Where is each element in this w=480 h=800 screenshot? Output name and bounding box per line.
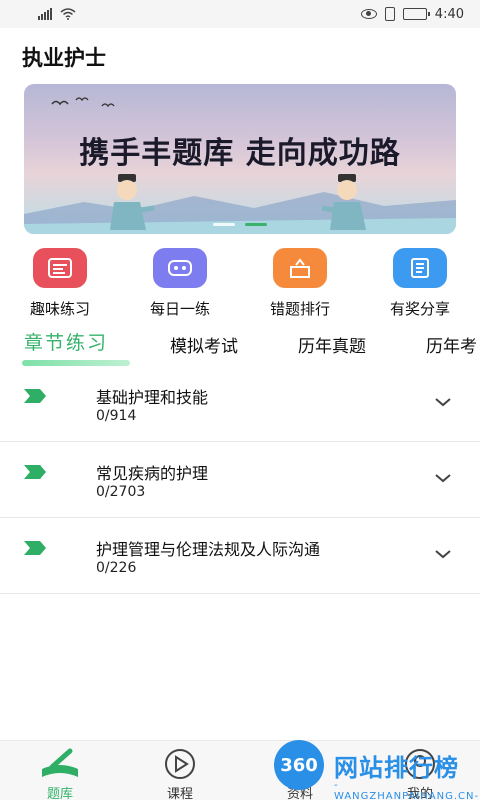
daily-practice-icon (153, 248, 207, 288)
list-item[interactable]: 常见疾病的护理 0/2703 (0, 442, 480, 518)
tab-past-exam-partial[interactable]: 历年考 (426, 332, 477, 357)
quick-item-fun-practice[interactable]: 趣味练习 (0, 248, 120, 319)
play-icon (165, 749, 195, 779)
quick-item-label: 有奖分享 (389, 300, 450, 318)
chapter-title: 常见疾病的护理 (96, 464, 209, 483)
watermark: 360 网站排行榜 -WANGZHANPAIHANG.CN- (268, 740, 480, 800)
wrong-ranking-icon (273, 248, 327, 288)
chapter-flag-icon (24, 389, 46, 403)
chevron-down-icon[interactable] (434, 548, 452, 560)
nav-label: 课程 (166, 787, 193, 800)
tab-chapter-practice[interactable]: 章节练习 (24, 328, 108, 355)
chapter-flag-icon (24, 465, 46, 479)
share-reward-icon (393, 248, 447, 288)
chapter-flag-icon (24, 541, 46, 555)
vibrate-icon (384, 7, 395, 21)
watermark-badge: 360 (274, 740, 324, 790)
tab-past-papers[interactable]: 历年真题 (298, 332, 366, 357)
watermark-title: 网站排行榜 (334, 754, 459, 782)
chevron-down-icon[interactable] (434, 396, 452, 408)
birds-icon (51, 97, 115, 108)
watermark-subtitle: -WANGZHANPAIHANG.CN- (334, 780, 480, 800)
cell-signal-icon (38, 8, 52, 20)
page-title: 执业护士 (22, 46, 106, 70)
nav-question-bank[interactable]: 题库 (20, 747, 100, 800)
quick-item-label: 每日一练 (149, 300, 210, 318)
quick-item-label: 错题排行 (269, 300, 330, 318)
chapter-progress: 0/914 (96, 408, 137, 424)
tab-mock-exam[interactable]: 模拟考试 (170, 332, 238, 357)
wifi-icon (60, 8, 76, 20)
banner-slogan: 携手丰题库 走向成功路 (79, 136, 401, 171)
quick-item-daily-practice[interactable]: 每日一练 (120, 248, 240, 319)
list-item[interactable]: 护理管理与伦理法规及人际沟通 0/226 (0, 518, 480, 594)
banner-pager (24, 223, 456, 226)
book-icon (42, 748, 78, 777)
chapter-tabs: 章节练习 模拟考试 历年真题 历年考 (0, 326, 480, 368)
pager-dot[interactable] (213, 223, 235, 226)
status-time: 4:40 (434, 6, 464, 22)
chapter-progress: 0/226 (96, 560, 137, 576)
list-item[interactable]: 基础护理和技能 0/914 (0, 366, 480, 442)
quick-item-share-reward[interactable]: 有奖分享 (360, 248, 480, 319)
pager-dot-active[interactable] (245, 223, 267, 226)
eye-comfort-icon (360, 9, 377, 19)
chapter-title: 护理管理与伦理法规及人际沟通 (96, 540, 321, 559)
quick-item-label: 趣味练习 (29, 300, 90, 318)
fun-practice-icon (33, 248, 87, 288)
chevron-down-icon[interactable] (434, 472, 452, 484)
quick-item-wrong-ranking[interactable]: 错题排行 (240, 248, 360, 319)
quick-menu: 趣味练习 每日一练 错题排行 有奖分享 (0, 248, 480, 319)
promo-banner[interactable]: 携手丰题库 走向成功路 (24, 84, 456, 234)
nav-courses[interactable]: 课程 (140, 747, 220, 800)
status-bar: 4:40 (0, 0, 480, 28)
chapter-progress: 0/2703 (96, 484, 146, 500)
chapter-title: 基础护理和技能 (96, 388, 209, 407)
chapter-list: 基础护理和技能 0/914 常见疾病的护理 0/2703 护理管理与伦理法规及人… (0, 366, 480, 594)
battery-icon (402, 8, 430, 20)
nav-label: 题库 (46, 787, 73, 800)
